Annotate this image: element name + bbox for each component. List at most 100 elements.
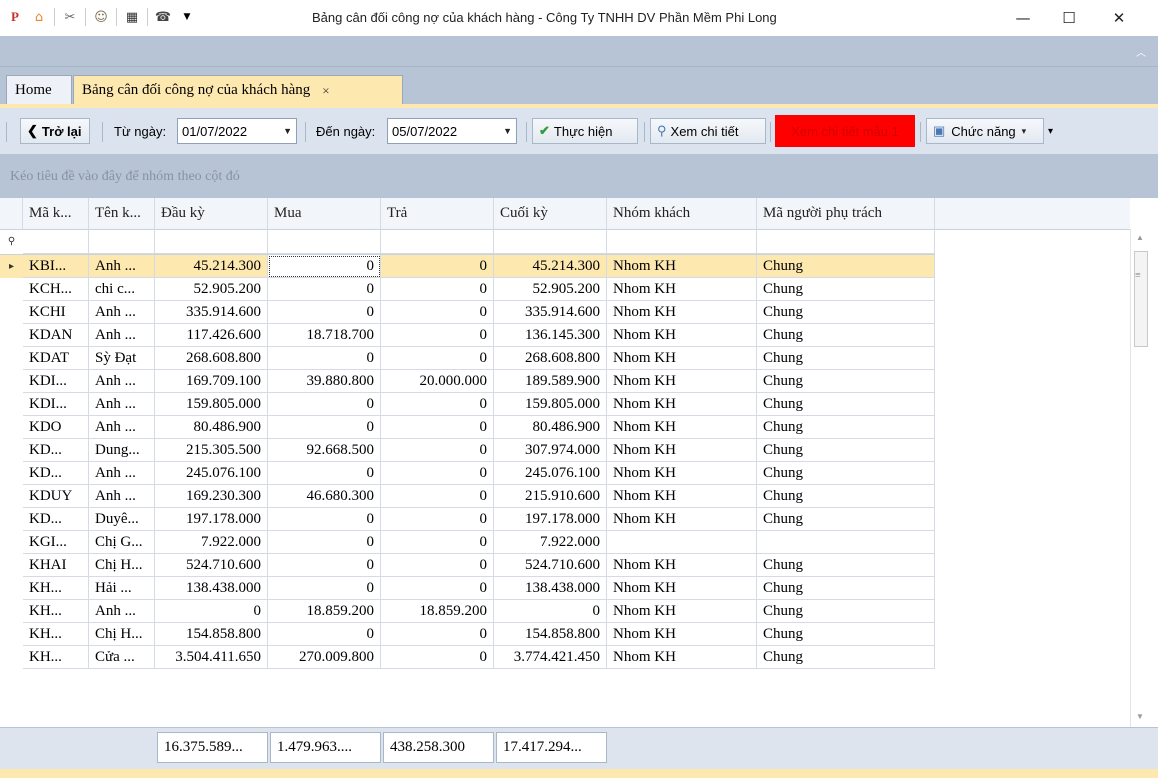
column-header-code[interactable]: Mã k... <box>23 198 89 229</box>
row-indicator[interactable] <box>0 439 23 462</box>
cell-customer-group[interactable]: Nhom KH <box>607 623 757 646</box>
cell-closing[interactable]: 335.914.600 <box>494 301 607 324</box>
table-row[interactable]: KDI... Anh ... 159.805.000 0 0 159.805.000 Nho… <box>0 393 935 416</box>
table-row[interactable]: KCHI Anh ... 335.914.600 0 0 335.914.600 Nhom … <box>0 301 935 324</box>
toolbar-overflow-icon[interactable]: ▾ <box>1048 118 1053 144</box>
cell-closing[interactable]: 307.974.000 <box>494 439 607 462</box>
cell-name[interactable]: Anh ... <box>89 393 155 416</box>
row-indicator[interactable] <box>0 623 23 646</box>
row-indicator[interactable] <box>0 485 23 508</box>
execute-button[interactable]: ✔ Thực hiện <box>532 118 638 144</box>
cell-code[interactable]: KD... <box>23 508 89 531</box>
group-by-panel[interactable]: Kéo tiêu đề vào đây để nhóm theo cột đó <box>0 155 1158 198</box>
cell-customer-group[interactable]: Nhom KH <box>607 462 757 485</box>
cell-code[interactable]: KH... <box>23 623 89 646</box>
tools-icon[interactable]: ✂ <box>61 8 79 26</box>
row-indicator[interactable] <box>0 646 23 669</box>
cell-opening[interactable]: 215.305.500 <box>155 439 268 462</box>
cell-name[interactable]: Hải ... <box>89 577 155 600</box>
users-icon[interactable]: ☺ <box>92 8 110 26</box>
cell-customer-group[interactable]: Nhom KH <box>607 439 757 462</box>
filter-cell[interactable] <box>757 229 935 254</box>
cell-manager-code[interactable]: Chung <box>757 623 935 646</box>
cell-purchase[interactable]: 18.859.200 <box>268 600 381 623</box>
cell-payment[interactable]: 0 <box>381 347 494 370</box>
cell-name[interactable]: Anh ... <box>89 255 155 278</box>
maximize-button[interactable]: ☐ <box>1046 0 1092 36</box>
table-row[interactable]: KH... Chị H... 154.858.800 0 0 154.858.800 Nho… <box>0 623 935 646</box>
cell-opening[interactable]: 335.914.600 <box>155 301 268 324</box>
cell-payment[interactable]: 0 <box>381 485 494 508</box>
cell-closing[interactable]: 524.710.600 <box>494 554 607 577</box>
cell-manager-code[interactable] <box>757 531 935 554</box>
cell-purchase[interactable]: 0 <box>268 462 381 485</box>
filter-cell[interactable] <box>381 229 494 254</box>
table-row[interactable]: KDAN Anh ... 117.426.600 18.718.700 0 136.145… <box>0 324 935 347</box>
cell-manager-code[interactable]: Chung <box>757 439 935 462</box>
cell-customer-group[interactable]: Nhom KH <box>607 600 757 623</box>
cell-opening[interactable]: 159.805.000 <box>155 393 268 416</box>
cell-manager-code[interactable]: Chung <box>757 600 935 623</box>
row-indicator[interactable] <box>0 508 23 531</box>
cell-opening[interactable]: 245.076.100 <box>155 462 268 485</box>
cell-payment[interactable]: 0 <box>381 278 494 301</box>
view-detail-button[interactable]: ⚲ Xem chi tiết <box>650 118 766 144</box>
row-indicator[interactable] <box>0 324 23 347</box>
cell-closing[interactable]: 245.076.100 <box>494 462 607 485</box>
cell-closing[interactable]: 7.922.000 <box>494 531 607 554</box>
cell-code[interactable]: KBI... <box>23 255 89 278</box>
cell-purchase[interactable]: 0 <box>268 278 381 301</box>
cell-manager-code[interactable]: Chung <box>757 278 935 301</box>
scroll-down-icon[interactable]: ▼ <box>1136 712 1144 721</box>
cell-purchase[interactable]: 46.680.300 <box>268 485 381 508</box>
column-header-opening[interactable]: Đầu kỳ <box>155 198 268 229</box>
row-indicator[interactable] <box>0 347 23 370</box>
cell-closing[interactable]: 189.589.900 <box>494 370 607 393</box>
cell-code[interactable]: KH... <box>23 600 89 623</box>
cell-purchase[interactable]: 0 <box>268 301 381 324</box>
cell-code[interactable]: KH... <box>23 577 89 600</box>
cell-opening[interactable]: 169.709.100 <box>155 370 268 393</box>
cell-purchase[interactable]: 0 <box>268 393 381 416</box>
filter-cell[interactable] <box>23 229 89 254</box>
cell-manager-code[interactable]: Chung <box>757 324 935 347</box>
cell-payment[interactable]: 0 <box>381 416 494 439</box>
cell-manager-code[interactable]: Chung <box>757 347 935 370</box>
cell-opening[interactable]: 45.214.300 <box>155 255 268 278</box>
cell-closing[interactable]: 52.905.200 <box>494 278 607 301</box>
cell-code[interactable]: KDAT <box>23 347 89 370</box>
cell-payment[interactable]: 0 <box>381 301 494 324</box>
cell-payment[interactable]: 0 <box>381 554 494 577</box>
cell-manager-code[interactable]: Chung <box>757 301 935 324</box>
cell-payment[interactable]: 0 <box>381 577 494 600</box>
cell-purchase[interactable]: 0 <box>268 577 381 600</box>
table-row[interactable]: KDUY Anh ... 169.230.300 46.680.300 0 215.910… <box>0 485 935 508</box>
filter-cell[interactable] <box>494 229 607 254</box>
cell-customer-group[interactable]: Nhom KH <box>607 301 757 324</box>
row-indicator[interactable] <box>0 416 23 439</box>
cell-customer-group[interactable]: Nhom KH <box>607 393 757 416</box>
cell-name[interactable]: Anh ... <box>89 370 155 393</box>
cell-customer-group[interactable]: Nhom KH <box>607 554 757 577</box>
cell-closing[interactable]: 0 <box>494 600 607 623</box>
cell-closing[interactable]: 197.178.000 <box>494 508 607 531</box>
cell-code[interactable]: KHAI <box>23 554 89 577</box>
cell-opening[interactable]: 268.608.800 <box>155 347 268 370</box>
table-row[interactable]: ▸ KBI... Anh ... 45.214.300 0 0 45.214.300 Nhom… <box>0 255 935 278</box>
cell-name[interactable]: Anh ... <box>89 600 155 623</box>
row-indicator[interactable] <box>0 370 23 393</box>
clapperboard-icon[interactable]: ▦ <box>123 8 141 26</box>
row-indicator[interactable] <box>0 531 23 554</box>
column-header-purchase[interactable]: Mua <box>268 198 381 229</box>
cell-manager-code[interactable]: Chung <box>757 370 935 393</box>
cell-manager-code[interactable]: Chung <box>757 393 935 416</box>
cell-manager-code[interactable]: Chung <box>757 416 935 439</box>
phone-icon[interactable]: ☎ <box>154 8 172 26</box>
cell-customer-group[interactable]: Nhom KH <box>607 370 757 393</box>
cell-opening[interactable]: 138.438.000 <box>155 577 268 600</box>
filter-cell[interactable] <box>268 229 381 254</box>
column-header-closing[interactable]: Cuối kỳ <box>494 198 607 229</box>
cell-payment[interactable]: 18.859.200 <box>381 600 494 623</box>
cell-payment[interactable]: 0 <box>381 439 494 462</box>
view-detail-template-button[interactable]: Xem chi tiết mẫu 1 <box>775 115 915 147</box>
